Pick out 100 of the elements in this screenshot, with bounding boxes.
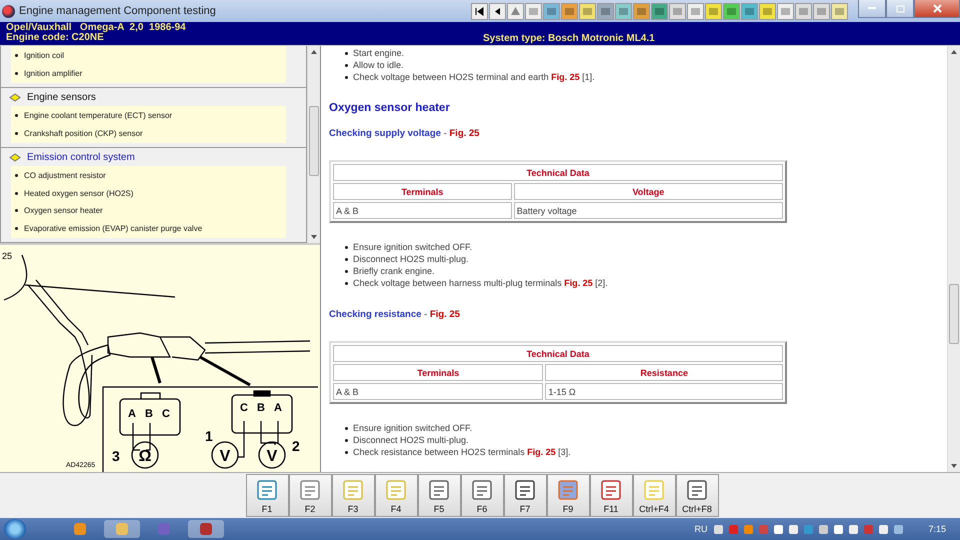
column-header: Voltage (514, 183, 783, 200)
bullet-icon (345, 258, 348, 260)
menu-item[interactable]: Oxygen sensor heater (24, 206, 103, 216)
menu-item[interactable]: Ignition amplifier (24, 68, 82, 78)
app-icon (2, 4, 15, 18)
scroll-down-icon[interactable] (310, 233, 318, 241)
picture-icon (546, 6, 557, 16)
taskbar-app-button[interactable] (188, 520, 224, 538)
function-key-button[interactable]: F6 (460, 474, 504, 517)
start-button[interactable] (4, 519, 26, 539)
picture-icon (636, 6, 647, 16)
scroll-thumb[interactable] (309, 106, 319, 176)
picture-icon (600, 6, 611, 16)
menu-item[interactable]: Heated oxygen sensor (HO2S) (24, 188, 134, 198)
tray-icon[interactable] (818, 524, 830, 534)
bullet-icon (15, 72, 18, 75)
bullet-icon (15, 114, 18, 118)
menu-item[interactable]: Evaporative emission (EVAP) canister purge valve (24, 224, 202, 233)
picture-icon (618, 6, 629, 16)
function-key-button[interactable]: F5 (418, 474, 460, 517)
column-header: Terminals (333, 364, 544, 381)
meter-label: 2 (292, 438, 300, 454)
menu-item[interactable]: Engine coolant temperature (ECT) sensor (24, 111, 172, 120)
picture-icon (564, 6, 575, 16)
function-key-button[interactable]: Ctrl+F4 (632, 474, 676, 517)
bullet-icon (345, 246, 348, 248)
section-title[interactable]: Emission control system (27, 152, 135, 163)
table-title: Technical Data (333, 345, 783, 362)
bullet-icon (345, 64, 348, 66)
table-cell: 1-15 Ω (545, 383, 783, 400)
meter-symbol: V (220, 448, 230, 465)
picture-icon (690, 6, 701, 16)
close-icon (932, 4, 942, 13)
table-cell: A & B (333, 202, 512, 219)
tray-icon[interactable] (893, 524, 904, 534)
scroll-thumb[interactable] (949, 284, 959, 344)
content-scrollbar[interactable] (947, 46, 960, 472)
instruction-text: Allow to idle. (353, 59, 404, 71)
document-icon (427, 478, 451, 502)
close-button[interactable] (914, 0, 960, 18)
picture-icon (654, 6, 665, 16)
minimize-button[interactable] (858, 0, 886, 18)
tray-icon[interactable] (848, 524, 860, 534)
function-key-button[interactable]: Ctrl+F8 (676, 474, 718, 517)
maximize-button[interactable] (886, 0, 914, 18)
figure-number: 25 (2, 251, 12, 261)
meter-label: 3 (112, 448, 120, 464)
pin-label: A (128, 408, 136, 420)
pin-label: B (257, 402, 265, 414)
picture-icon (708, 6, 719, 16)
picture-icon (834, 6, 845, 16)
picture-icon (816, 6, 827, 16)
function-key-button[interactable]: F1 (246, 474, 288, 517)
section-title[interactable]: Engine sensors (27, 92, 96, 103)
taskbar-app-button[interactable] (104, 520, 140, 538)
section-heading: Oxygen sensor heater (329, 102, 451, 114)
instruction-text: Check voltage between HO2S terminal and earth Fig. 25 [1]. (353, 71, 595, 83)
tray-icon[interactable] (773, 524, 784, 534)
scroll-down-icon[interactable] (950, 462, 958, 470)
sidebar-scrollbar[interactable] (307, 46, 320, 243)
tray-icon[interactable] (788, 524, 800, 534)
scroll-up-icon[interactable] (310, 48, 318, 56)
bullet-icon (15, 132, 18, 135)
tray-icon[interactable] (833, 524, 844, 534)
language-indicator[interactable]: RU (694, 524, 708, 534)
function-key-button[interactable]: F7 (504, 474, 546, 517)
meter-symbol: Ω (138, 448, 152, 465)
picture-icon (528, 6, 539, 16)
menu-item[interactable]: Ignition coil (24, 51, 64, 60)
instruction-text: Check resistance between HO2S terminals Fig. 25 [3]. (353, 446, 571, 458)
toolbar-icon[interactable] (471, 2, 488, 20)
tray-icon[interactable] (713, 524, 724, 534)
back-icon (493, 6, 502, 16)
menu-item[interactable]: Crankshaft position (CKP) sensor (24, 128, 143, 138)
document-icon (384, 478, 408, 502)
function-key-button[interactable]: F2 (288, 474, 332, 517)
arrow-bullet-icon (9, 93, 21, 102)
function-key-button[interactable]: F3 (332, 474, 374, 517)
maximize-icon (896, 4, 904, 12)
app-icon (157, 522, 171, 536)
clock[interactable]: 7:15 (928, 524, 946, 534)
menu-item[interactable]: CO adjustment resistor (24, 171, 106, 180)
function-key-button[interactable]: F4 (374, 474, 418, 517)
tray-icon[interactable] (878, 524, 890, 534)
picture-icon (780, 6, 791, 16)
function-key-button[interactable]: F11 (590, 474, 632, 517)
instruction-text: Disconnect HO2S multi-plug. (353, 434, 469, 446)
toolbar-icon[interactable] (489, 2, 506, 20)
table-cell: Battery voltage (514, 202, 783, 219)
instruction-text: Ensure ignition switched OFF. (353, 422, 472, 434)
scroll-up-icon[interactable] (950, 48, 958, 56)
app-icon (73, 522, 87, 536)
picture-icon (672, 6, 683, 16)
document-icon (642, 478, 666, 502)
vehicle-model: Opel/Vauxhall Omega-A 2,0 1986-94 (6, 23, 187, 33)
document-icon (513, 478, 537, 502)
function-key-button[interactable]: F9 (546, 474, 590, 517)
bullet-icon (345, 52, 348, 54)
document-icon (255, 478, 279, 502)
column-header: Terminals (333, 183, 512, 200)
